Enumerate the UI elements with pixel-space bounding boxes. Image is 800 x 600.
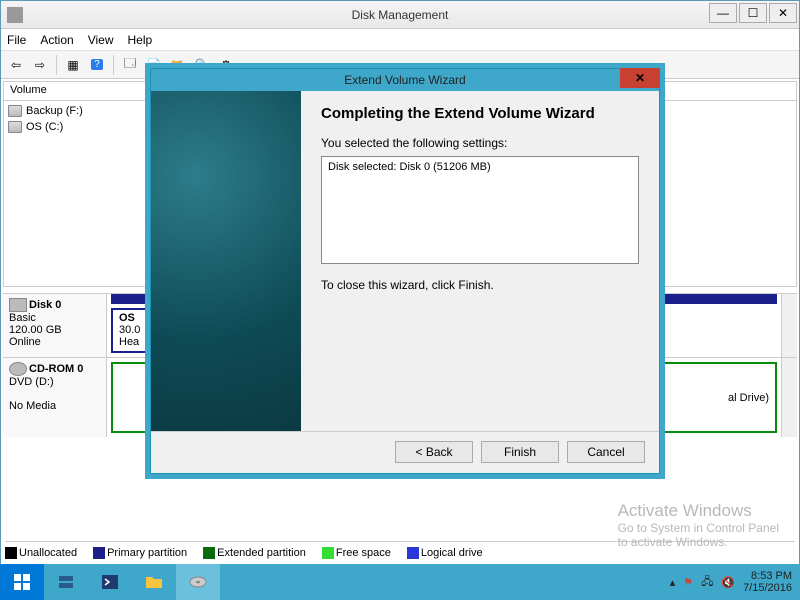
powershell-icon — [100, 572, 120, 592]
tray-volume-icon[interactable]: 🔇 — [721, 576, 735, 589]
server-icon — [56, 572, 76, 592]
forward-icon[interactable]: ⇨ — [29, 54, 51, 76]
tray-network-icon[interactable]: 🖧 — [701, 573, 713, 592]
cancel-button[interactable]: Cancel — [567, 441, 645, 463]
taskbar: ▴ ⚑ 🖧 🔇 8:53 PM 7/15/2016 — [0, 564, 800, 600]
disk-id: Disk 0 — [29, 299, 61, 311]
legend-item: Unallocated — [5, 547, 77, 559]
taskbar-item-diskmgmt[interactable] — [176, 564, 220, 600]
window-title: Disk Management — [1, 8, 799, 22]
disk-status: No Media — [9, 400, 56, 412]
wizard-settings-box: Disk selected: Disk 0 (51206 MB) — [321, 156, 639, 264]
volume-label: Backup (F:) — [26, 105, 83, 117]
dialog-titlebar[interactable]: Extend Volume Wizard ✕ — [151, 69, 659, 91]
legend-item: Extended partition — [203, 547, 306, 559]
taskbar-item-powershell[interactable] — [88, 564, 132, 600]
swatch-icon — [407, 547, 419, 559]
menu-help[interactable]: Help — [128, 33, 153, 47]
disk-icon — [188, 572, 208, 592]
disk-icon — [9, 298, 27, 312]
dialog-title: Extend Volume Wizard — [344, 73, 465, 87]
volume-label: OS (C:) — [26, 121, 63, 133]
minimize-button[interactable]: — — [709, 3, 737, 23]
tray-clock[interactable]: 8:53 PM 7/15/2016 — [743, 570, 792, 594]
disk-label-panel[interactable]: CD-ROM 0 DVD (D:) No Media — [3, 358, 107, 437]
disk-type: DVD (D:) — [9, 376, 54, 388]
disk-label-panel[interactable]: Disk 0 Basic 120.00 GB Online — [3, 294, 107, 357]
wizard-button-row: < Back Finish Cancel — [151, 431, 659, 471]
menu-file[interactable]: File — [7, 33, 26, 47]
swatch-icon — [203, 547, 215, 559]
menu-action[interactable]: Action — [40, 33, 73, 47]
disk-type: Basic — [9, 312, 36, 324]
tray-flag-icon[interactable]: ⚑ — [683, 576, 693, 589]
legend-item: Logical drive — [407, 547, 483, 559]
taskbar-item-explorer[interactable] — [132, 564, 176, 600]
menu-view[interactable]: View — [88, 33, 114, 47]
disk-id: CD-ROM 0 — [29, 363, 83, 375]
volume-icon — [8, 121, 22, 133]
taskbar-item-server[interactable] — [44, 564, 88, 600]
menubar: File Action View Help — [1, 29, 799, 51]
dialog-close-button[interactable]: ✕ — [620, 68, 660, 88]
legend: Unallocated Primary partition Extended p… — [5, 541, 795, 561]
folder-icon — [144, 572, 164, 592]
wizard-heading: Completing the Extend Volume Wizard — [321, 105, 639, 122]
back-icon[interactable]: ⇦ — [5, 54, 27, 76]
system-tray: ▴ ⚑ 🖧 🔇 8:53 PM 7/15/2016 — [662, 570, 800, 594]
extend-volume-wizard-dialog: Extend Volume Wizard ✕ Completing the Ex… — [150, 68, 660, 474]
scrollbar[interactable] — [781, 294, 797, 357]
back-button[interactable]: < Back — [395, 441, 473, 463]
finish-button[interactable]: Finish — [481, 441, 559, 463]
refresh-icon[interactable]: 🗔 — [119, 54, 141, 76]
maximize-button[interactable]: ☐ — [739, 3, 767, 23]
wizard-side-graphic — [151, 91, 301, 431]
swatch-icon — [322, 547, 334, 559]
clock-date: 7/15/2016 — [743, 582, 792, 594]
titlebar[interactable]: Disk Management — ☐ ✕ — [1, 1, 799, 29]
disk-status: Online — [9, 336, 41, 348]
swatch-icon — [5, 547, 17, 559]
scrollbar[interactable] — [781, 358, 797, 437]
wizard-intro: You selected the following settings: — [321, 136, 639, 150]
start-button[interactable] — [0, 564, 44, 600]
legend-item: Primary partition — [93, 547, 187, 559]
cdrom-icon — [9, 362, 27, 376]
clock-time: 8:53 PM — [743, 570, 792, 582]
list-icon[interactable]: ▦ — [62, 54, 84, 76]
disk-size: 120.00 GB — [9, 324, 62, 336]
tray-chevron-icon[interactable]: ▴ — [670, 576, 676, 589]
swatch-icon — [93, 547, 105, 559]
close-button[interactable]: ✕ — [769, 3, 797, 23]
help-icon[interactable]: ? — [86, 54, 108, 76]
volume-icon — [8, 105, 22, 117]
wizard-main-panel: Completing the Extend Volume Wizard You … — [301, 91, 659, 431]
wizard-settings-text: Disk selected: Disk 0 (51206 MB) — [328, 161, 491, 173]
legend-item: Free space — [322, 547, 391, 559]
wizard-closing-text: To close this wizard, click Finish. — [321, 278, 639, 292]
windows-icon — [12, 572, 32, 592]
